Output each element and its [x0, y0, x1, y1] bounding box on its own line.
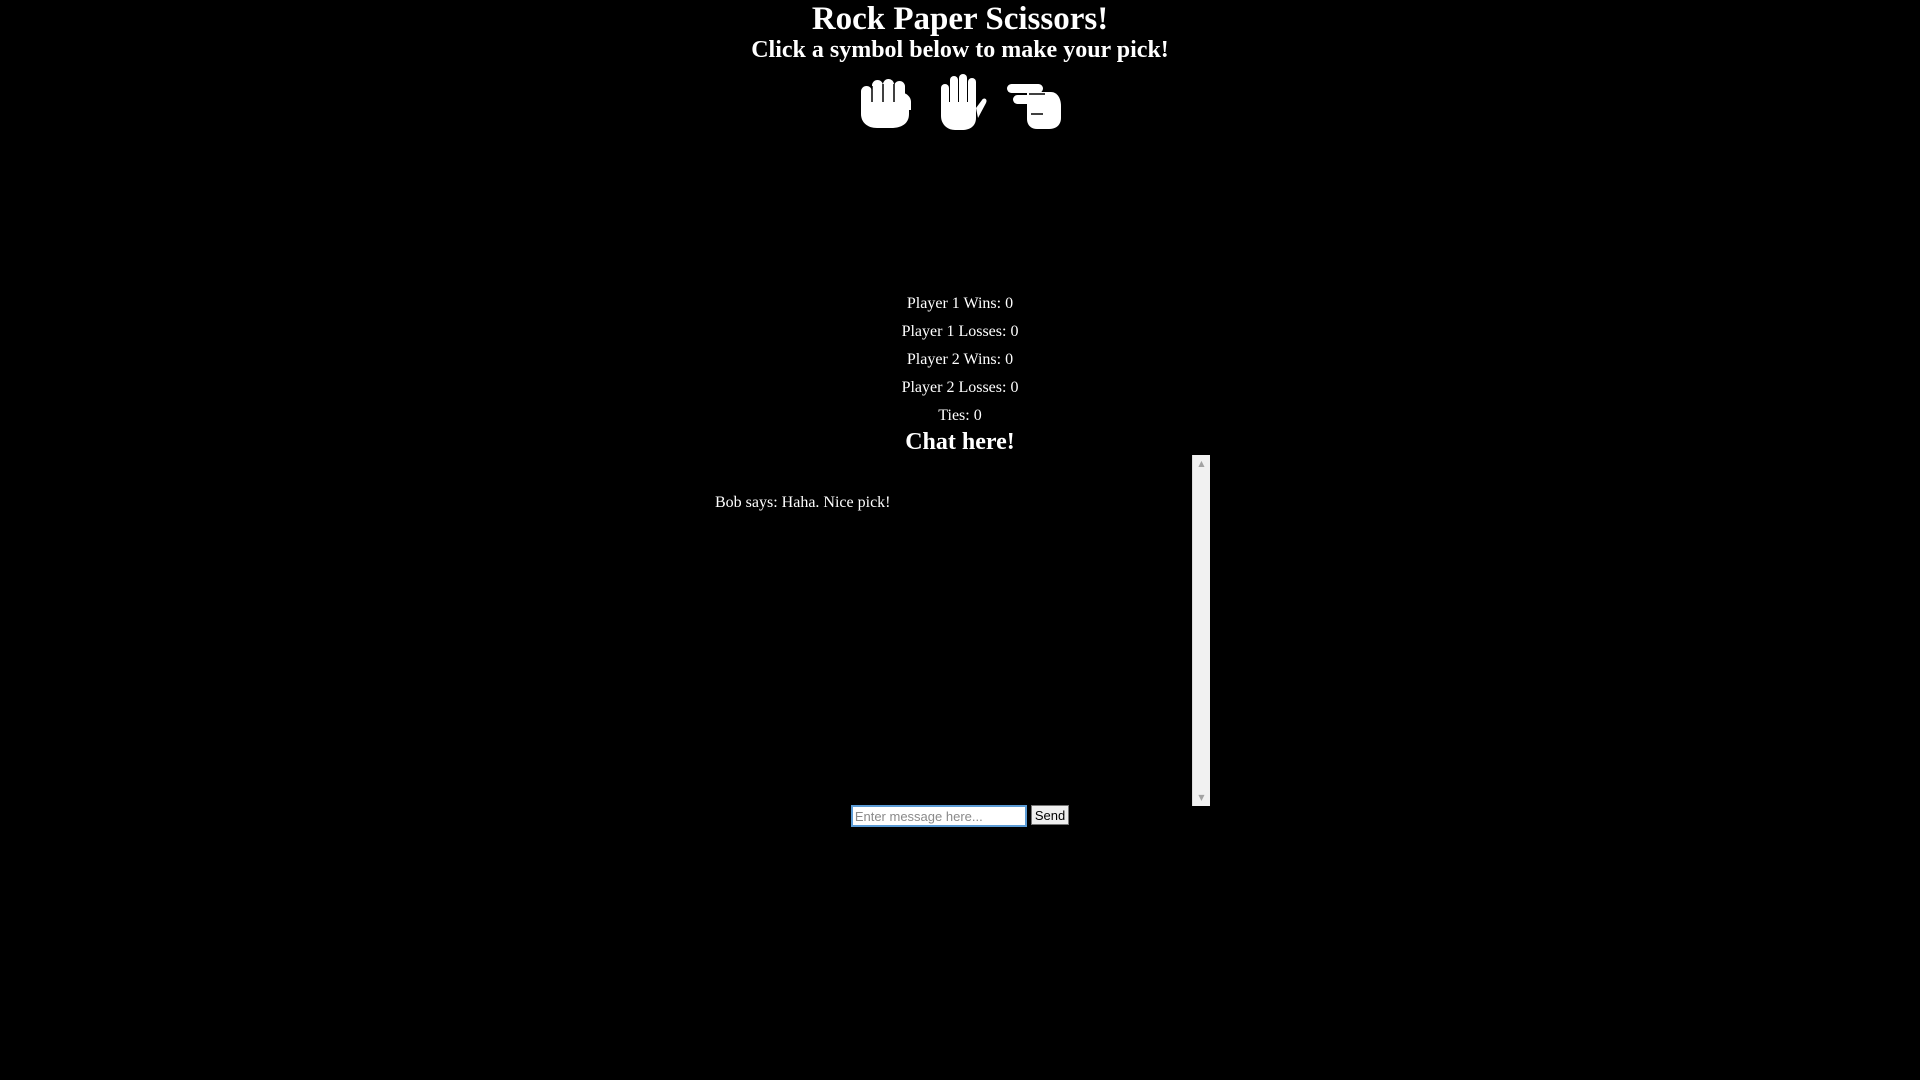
choice-row	[0, 72, 1920, 132]
open-hand-icon	[941, 74, 987, 130]
chat-scrollbar[interactable]: ▲ ▼	[1192, 455, 1210, 806]
scroll-down-arrow-icon[interactable]: ▼	[1193, 789, 1210, 806]
two-fingers-hand-icon	[1007, 84, 1061, 129]
scissors-button[interactable]	[1005, 72, 1063, 132]
rock-button[interactable]	[857, 72, 915, 132]
send-button[interactable]: Send	[1030, 805, 1070, 825]
chat-message: Bob says: Haha. Nice pick!	[715, 494, 891, 511]
player1-losses: Player 1 Losses: 0	[901, 323, 1019, 340]
chat-heading: Chat here!	[905, 429, 1015, 455]
chat-log[interactable]: Bob says: Haha. Nice pick! ▲ ▼	[700, 455, 1210, 806]
page-subtitle: Click a symbol below to make your pick!	[751, 37, 1169, 63]
game-page: Rock Paper Scissors! Click a symbol belo…	[0, 0, 1920, 1080]
message-input[interactable]	[850, 805, 1027, 827]
fist-icon	[861, 79, 911, 128]
page-title: Rock Paper Scissors!	[811, 1, 1109, 37]
chat-input-row: Send	[0, 805, 1920, 827]
score-stats: Player 1 Wins: 0 Player 1 Losses: 0 Play…	[0, 290, 1920, 430]
player2-wins: Player 2 Wins: 0	[906, 351, 1014, 368]
player2-losses: Player 2 Losses: 0	[901, 379, 1019, 396]
chat-messages: Bob says: Haha. Nice pick!	[715, 491, 891, 515]
player1-wins: Player 1 Wins: 0	[906, 295, 1014, 312]
paper-button[interactable]	[931, 72, 989, 132]
scroll-up-arrow-icon[interactable]: ▲	[1193, 455, 1210, 472]
